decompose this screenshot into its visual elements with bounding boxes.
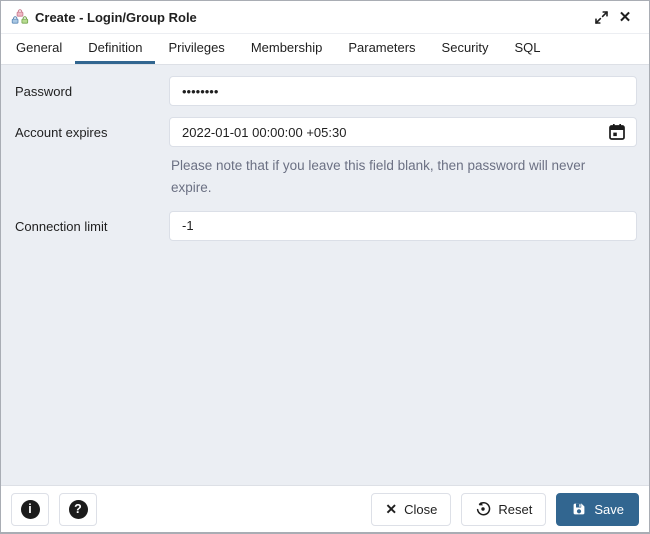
expand-icon[interactable]	[589, 5, 613, 29]
reset-button[interactable]: Reset	[461, 492, 547, 526]
close-button[interactable]: ✕ Close	[371, 492, 452, 526]
save-button[interactable]: Save	[556, 492, 639, 526]
account-expires-helper-text: Please note that if you leave this field…	[171, 158, 586, 196]
tab-general[interactable]: General	[3, 34, 75, 64]
dialog-footer: i ? ✕ Close Reset Save	[1, 485, 649, 532]
tab-membership[interactable]: Membership	[238, 34, 336, 64]
info-icon: i	[20, 499, 40, 519]
help-icon: ?	[68, 499, 88, 519]
password-row: Password	[15, 76, 637, 106]
tab-sql[interactable]: SQL	[502, 34, 554, 64]
reset-button-label: Reset	[498, 501, 533, 517]
calendar-icon[interactable]	[606, 121, 628, 143]
tab-definition[interactable]: Definition	[75, 34, 156, 64]
definition-tab-panel: Password Account expires	[1, 65, 649, 485]
password-input[interactable]	[169, 76, 637, 106]
dialog-title: Create - Login/Group Role	[35, 9, 197, 25]
reset-icon	[475, 501, 491, 517]
tab-parameters[interactable]: Parameters	[335, 34, 428, 64]
save-icon	[571, 501, 587, 517]
close-x-icon: ✕	[385, 501, 398, 517]
dialog-titlebar: Create - Login/Group Role ✕	[1, 1, 649, 34]
dialog-help-button[interactable]: ?	[59, 492, 97, 526]
account-expires-input[interactable]	[169, 117, 637, 147]
login-group-role-icon	[11, 8, 29, 26]
save-button-label: Save	[594, 501, 624, 517]
tab-security[interactable]: Security	[429, 34, 502, 64]
password-label: Password	[15, 84, 73, 99]
account-expires-row: Account expires Please note that	[15, 117, 637, 200]
tab-privileges[interactable]: Privileges	[155, 34, 237, 64]
connection-limit-row: Connection limit	[15, 210, 637, 241]
connection-limit-label: Connection limit	[15, 218, 108, 234]
sql-help-button[interactable]: i	[11, 492, 49, 526]
create-login-group-role-dialog: Create - Login/Group Role ✕ General Defi…	[0, 0, 650, 534]
dialog-tabs: General Definition Privileges Membership…	[1, 34, 649, 65]
close-icon[interactable]: ✕	[613, 5, 637, 29]
account-expires-label: Account expires	[15, 125, 108, 140]
connection-limit-input[interactable]	[169, 210, 637, 241]
close-button-label: Close	[404, 501, 438, 517]
